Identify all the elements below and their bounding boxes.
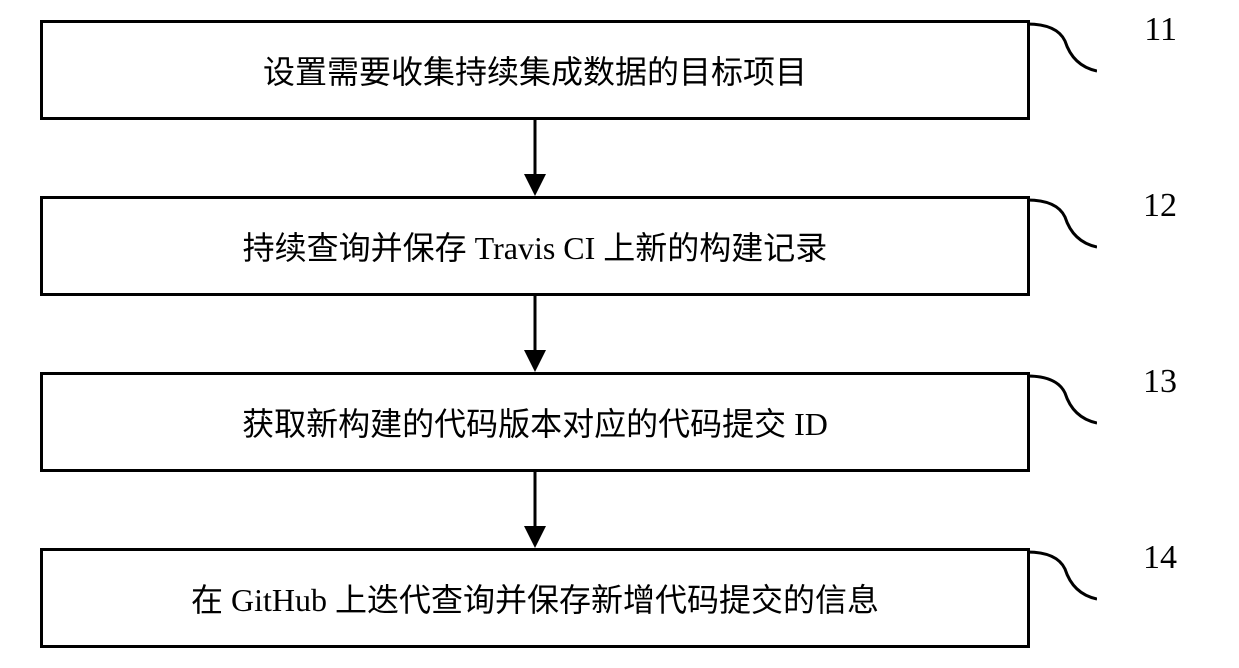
- step-number-label: 11: [1144, 11, 1177, 49]
- step-number-label: 14: [1143, 539, 1177, 577]
- step-number-label: 12: [1143, 187, 1177, 225]
- arrow-down: [40, 472, 1030, 548]
- step-text: 在 GitHub 上迭代查询并保存新增代码提交的信息: [191, 575, 879, 621]
- step-text: 设置需要收集持续集成数据的目标项目: [263, 47, 807, 93]
- arrow-down: [40, 296, 1030, 372]
- step-box-13: 获取新构建的代码版本对应的代码提交 ID 13: [40, 372, 1030, 472]
- step-box-12: 持续查询并保存 Travis CI 上新的构建记录 12: [40, 196, 1030, 296]
- flowchart: 设置需要收集持续集成数据的目标项目 11 持续查询并保存 Travis CI 上…: [40, 20, 1200, 648]
- arrow-down-icon: [520, 120, 550, 196]
- step-box-14: 在 GitHub 上迭代查询并保存新增代码提交的信息 14: [40, 548, 1030, 648]
- arrow-down: [40, 120, 1030, 196]
- step-connector-curve: [1027, 373, 1097, 428]
- step-text: 持续查询并保存 Travis CI 上新的构建记录: [243, 223, 828, 269]
- step-connector-curve: [1027, 197, 1097, 252]
- step-text: 获取新构建的代码版本对应的代码提交 ID: [242, 399, 828, 445]
- step-number-label: 13: [1143, 363, 1177, 401]
- arrow-down-icon: [520, 472, 550, 548]
- step-box-11: 设置需要收集持续集成数据的目标项目 11: [40, 20, 1030, 120]
- step-connector-curve: [1027, 549, 1097, 604]
- arrow-down-icon: [520, 296, 550, 372]
- step-connector-curve: [1027, 21, 1097, 76]
